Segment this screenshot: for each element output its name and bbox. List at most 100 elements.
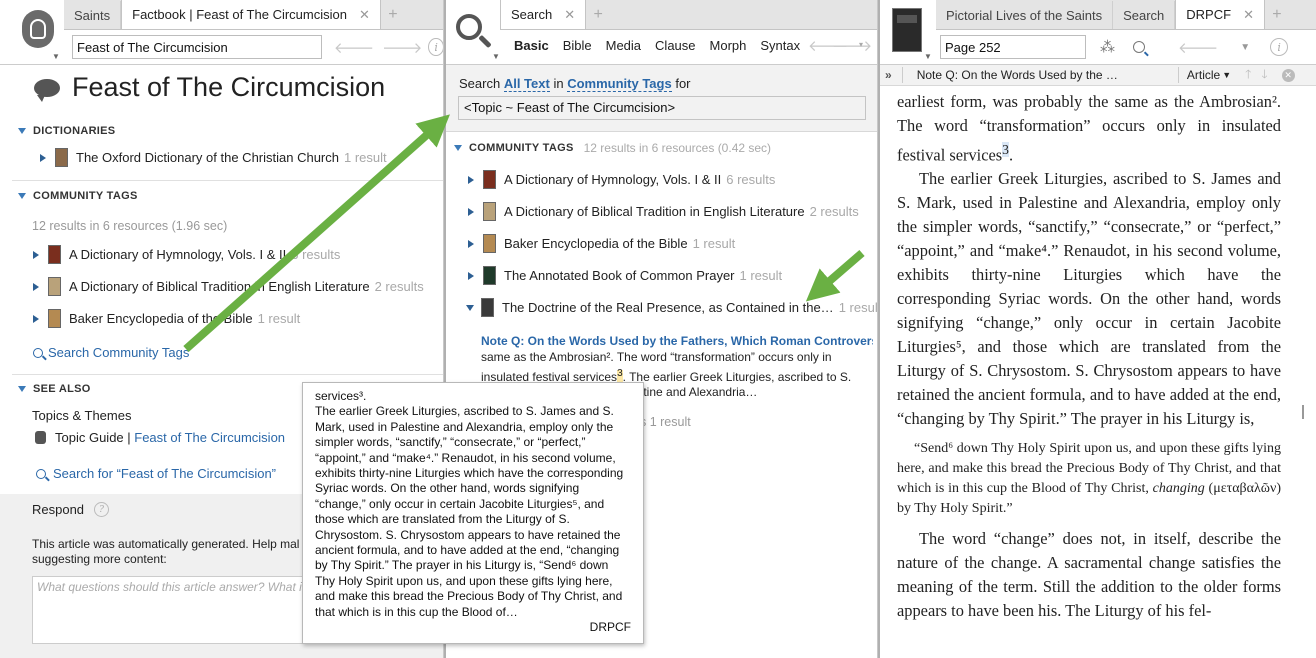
partial-count-text: s 1 result bbox=[640, 415, 691, 429]
tab-syntax[interactable]: Syntax bbox=[760, 38, 800, 53]
next-article-icon[interactable]: 🡓 bbox=[1261, 65, 1267, 86]
search-query-input[interactable]: <Topic ~ Feast of The Circumcision> bbox=[458, 96, 866, 120]
list-item[interactable]: A Dictionary of Hymnology, Vols. I & II … bbox=[33, 245, 340, 264]
breadcrumb[interactable]: Note Q: On the Words Used by the … bbox=[917, 68, 1118, 82]
search-for-link[interactable]: Search for “Feast of The Circumcision” bbox=[36, 466, 276, 481]
table-row[interactable]: The Annotated Book of Common Prayer 1 re… bbox=[468, 266, 782, 285]
prev-article-icon[interactable]: 🡑 bbox=[1245, 65, 1251, 86]
book-cover-icon bbox=[481, 298, 494, 317]
auto-generated-note: This article was automatically generated… bbox=[32, 537, 299, 551]
topic-guide-prefix: Topic Guide | bbox=[55, 430, 131, 445]
close-icon[interactable]: ✕ bbox=[1281, 68, 1295, 82]
footnote-marker[interactable]: 3 bbox=[1002, 142, 1009, 157]
book-cover-icon bbox=[483, 202, 496, 221]
chevron-down-icon[interactable]: ▼ bbox=[1222, 70, 1231, 80]
expand-icon bbox=[468, 207, 474, 216]
help-icon[interactable]: i bbox=[1270, 38, 1289, 56]
expand-icon bbox=[40, 153, 46, 162]
search-tabstrip: Search ✕ + bbox=[500, 0, 877, 30]
respond-label: Respond bbox=[32, 502, 85, 517]
section-see-also[interactable]: SEE ALSO bbox=[18, 383, 91, 395]
section-community-tags[interactable]: COMMUNITY TAGS bbox=[18, 190, 138, 202]
search-scope-line: Search All Text in Community Tags for bbox=[459, 76, 691, 92]
panel-links-icon[interactable]: ⁂ bbox=[1100, 38, 1115, 56]
tab-clause[interactable]: Clause bbox=[655, 38, 695, 53]
tab-morph[interactable]: Morph bbox=[710, 38, 747, 53]
expand-sidebar-icon[interactable]: » bbox=[885, 68, 892, 82]
search-word: Search bbox=[459, 76, 501, 91]
panel-menu-caret-icon[interactable]: ▼ bbox=[924, 52, 932, 61]
table-row[interactable]: A Dictionary of Hymnology, Vols. I & II … bbox=[468, 170, 775, 189]
dictionary-item[interactable]: The Oxford Dictionary of the Christian C… bbox=[40, 148, 387, 167]
factbook-search-input[interactable]: Feast of The Circumcision bbox=[72, 35, 322, 59]
help-icon[interactable]: i bbox=[428, 38, 443, 56]
book-cover-icon bbox=[483, 234, 496, 253]
paragraph-2: The earlier Greek Liturgies, ascribed to… bbox=[897, 169, 1281, 429]
help-icon[interactable]: ? bbox=[94, 502, 110, 517]
expand-icon bbox=[468, 271, 474, 280]
dictionary-item-count: 1 result bbox=[344, 150, 387, 165]
table-row[interactable]: A Dictionary of Biblical Tradition in En… bbox=[468, 202, 859, 221]
close-tab-icon[interactable]: ✕ bbox=[564, 7, 575, 23]
forward-arrow-icon[interactable]: 🡒 bbox=[382, 38, 422, 57]
close-tab-icon[interactable]: ✕ bbox=[359, 7, 370, 23]
list-item-label: Baker Encyclopedia of the Bible bbox=[69, 311, 253, 326]
tab-factbook-label: Factbook | Feast of The Circumcision bbox=[132, 7, 347, 22]
list-item-count: 1 result bbox=[257, 311, 301, 326]
expand-icon bbox=[33, 314, 39, 323]
new-tab-icon[interactable]: + bbox=[1265, 1, 1289, 29]
search-icon[interactable] bbox=[1133, 41, 1145, 53]
topic-guide-link[interactable]: Feast of The Circumcision bbox=[134, 430, 285, 445]
menu-caret-icon[interactable]: ▾ bbox=[859, 40, 863, 49]
tab-saints[interactable]: Saints bbox=[64, 1, 122, 29]
back-arrow-icon[interactable]: 🡐 bbox=[334, 38, 374, 57]
result-note-title[interactable]: Note Q: On the Words Used by the Fathers… bbox=[481, 334, 873, 348]
new-tab-icon[interactable]: + bbox=[381, 1, 405, 29]
all-text-dropdown[interactable]: All Text bbox=[503, 76, 550, 92]
search-app-icon[interactable] bbox=[456, 14, 482, 40]
results-heading[interactable]: COMMUNITY TAGS 12 results in 6 resources… bbox=[454, 141, 771, 155]
forward-arrow-icon[interactable]: 🡒 bbox=[832, 36, 872, 55]
factbook-app-icon[interactable] bbox=[22, 10, 54, 48]
section-dictionaries[interactable]: DICTIONARIES bbox=[18, 125, 115, 137]
table-row[interactable]: Baker Encyclopedia of the Bible 1 result bbox=[468, 234, 735, 253]
tab-factbook[interactable]: Factbook | Feast of The Circumcision ✕ bbox=[121, 0, 381, 29]
search-community-tags-link[interactable]: Search Community Tags bbox=[33, 345, 189, 360]
popup-source[interactable]: DRPCF bbox=[590, 620, 631, 635]
back-arrow-icon[interactable]: 🡐 bbox=[1178, 38, 1218, 57]
page-reference-input[interactable]: Page 252 bbox=[940, 35, 1086, 59]
new-tab-icon[interactable]: + bbox=[586, 1, 610, 29]
table-row[interactable]: The Doctrine of the Real Presence, as Co… bbox=[466, 298, 877, 317]
paragraph-1-end: . bbox=[1008, 145, 1014, 165]
tab-search-2-label: Search bbox=[1123, 7, 1165, 23]
paragraph-3: The word “change” does not, in itself, d… bbox=[897, 529, 1281, 621]
list-item[interactable]: A Dictionary of Biblical Tradition in En… bbox=[33, 277, 424, 296]
divider bbox=[12, 180, 443, 181]
list-item-label: A Dictionary of Hymnology, Vols. I & II bbox=[69, 247, 287, 262]
tab-drpcf[interactable]: DRPCF ✕ bbox=[1175, 0, 1265, 29]
tab-basic[interactable]: Basic bbox=[514, 38, 549, 53]
search-kind-tabs: Basic Bible Media Clause Morph Syntax bbox=[514, 38, 800, 53]
community-tags-dropdown[interactable]: Community Tags bbox=[567, 76, 672, 92]
tab-search[interactable]: Search ✕ bbox=[500, 0, 587, 29]
close-tab-icon[interactable]: ✕ bbox=[1243, 7, 1254, 23]
community-tags-summary: 12 results in 6 resources (1.96 sec) bbox=[32, 219, 227, 233]
topic-guide-row[interactable]: Topic Guide | Feast of The Circumcision bbox=[35, 430, 285, 445]
divider bbox=[446, 131, 877, 132]
tab-media[interactable]: Media bbox=[606, 38, 641, 53]
panel-menu-caret-icon[interactable]: ▼ bbox=[492, 52, 500, 61]
tab-pictorial-lives[interactable]: Pictorial Lives of the Saints bbox=[936, 1, 1114, 29]
scrollbar-thumb[interactable] bbox=[1302, 405, 1304, 419]
panel-menu-caret-icon[interactable]: ▼ bbox=[52, 52, 60, 61]
list-item[interactable]: Baker Encyclopedia of the Bible 1 result bbox=[33, 309, 300, 328]
tab-bible[interactable]: Bible bbox=[563, 38, 592, 53]
tab-search-2[interactable]: Search bbox=[1113, 1, 1176, 29]
footnote-popup[interactable]: services³. The earlier Greek Liturgies, … bbox=[302, 382, 644, 644]
divider bbox=[12, 374, 443, 375]
book-cover-icon[interactable] bbox=[892, 8, 922, 52]
section-community-tags-label: COMMUNITY TAGS bbox=[33, 190, 138, 202]
article-dropdown[interactable]: Article bbox=[1187, 68, 1220, 82]
page-reference-value: Page 252 bbox=[945, 39, 1001, 55]
menu-caret-icon[interactable]: ▼ bbox=[1240, 42, 1250, 53]
results-heading-label: COMMUNITY TAGS bbox=[469, 142, 574, 154]
